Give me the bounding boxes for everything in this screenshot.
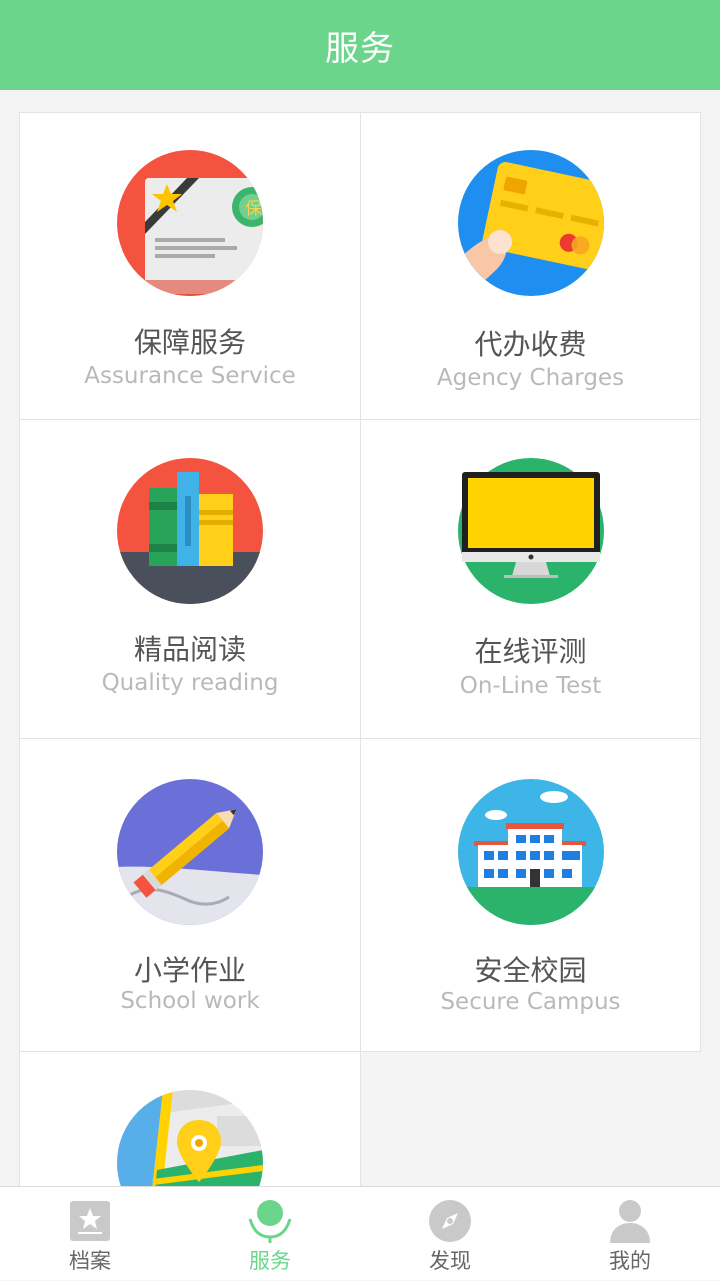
school-building-icon [457,779,604,925]
credit-card-icon [457,150,604,296]
map-pin-icon [117,1090,263,1186]
service-item-online-test[interactable]: 在线评测 On-Line Test [360,419,701,739]
svg-text:保: 保 [245,199,262,219]
monitor-icon [457,458,604,604]
service-title: 小学作业 [133,954,246,987]
service-item-agency-charges[interactable]: 代办收费 Agency Charges [360,112,701,420]
service-subtitle: Secure Campus [440,989,621,1015]
service-title: 在线评测 [474,635,587,668]
service-subtitle: Assurance Service [84,363,296,389]
page-title: 服务 [325,28,395,69]
tab-label: 我的 [609,1249,651,1273]
service-title: 保障服务 [133,326,246,359]
service-title: 代办收费 [474,328,587,361]
service-person-icon [248,1200,292,1243]
top-bar: 服务 [0,0,720,90]
tab-label: 发现 [429,1249,471,1273]
archive-star-icon [70,1201,110,1241]
tab-mine[interactable]: 我的 [540,1187,720,1281]
service-subtitle: Quality reading [101,670,279,696]
service-item-assurance[interactable]: 保 保障服务 Assurance Service [19,112,361,420]
bottom-tab-bar: 档案 服务 发现 我的 [0,1186,720,1280]
pencil-icon [117,779,263,925]
tab-label: 档案 [69,1249,111,1273]
tab-service[interactable]: 服务 [180,1187,360,1281]
tab-label: 服务 [249,1249,291,1273]
user-profile-icon [610,1200,650,1243]
service-subtitle: On-Line Test [459,673,602,699]
compass-icon [429,1200,471,1242]
service-item-secure-campus[interactable]: 安全校园 Secure Campus [360,738,701,1052]
service-item-map-location[interactable] [19,1051,361,1186]
tab-discover[interactable]: 发现 [360,1187,540,1281]
service-item-school-work[interactable]: 小学作业 School work [19,738,361,1052]
service-title: 精品阅读 [133,633,246,666]
service-subtitle: School work [120,988,260,1014]
service-subtitle: Agency Charges [436,365,625,391]
service-grid: 保 保障服务 Assurance Service 代办收费 Agency Cha… [19,112,701,1186]
assurance-card-icon: 保 [117,150,263,296]
tab-archive[interactable]: 档案 [0,1187,180,1281]
service-item-quality-reading[interactable]: 精品阅读 Quality reading [19,419,361,739]
books-icon [117,458,263,604]
service-title: 安全校园 [474,954,587,987]
